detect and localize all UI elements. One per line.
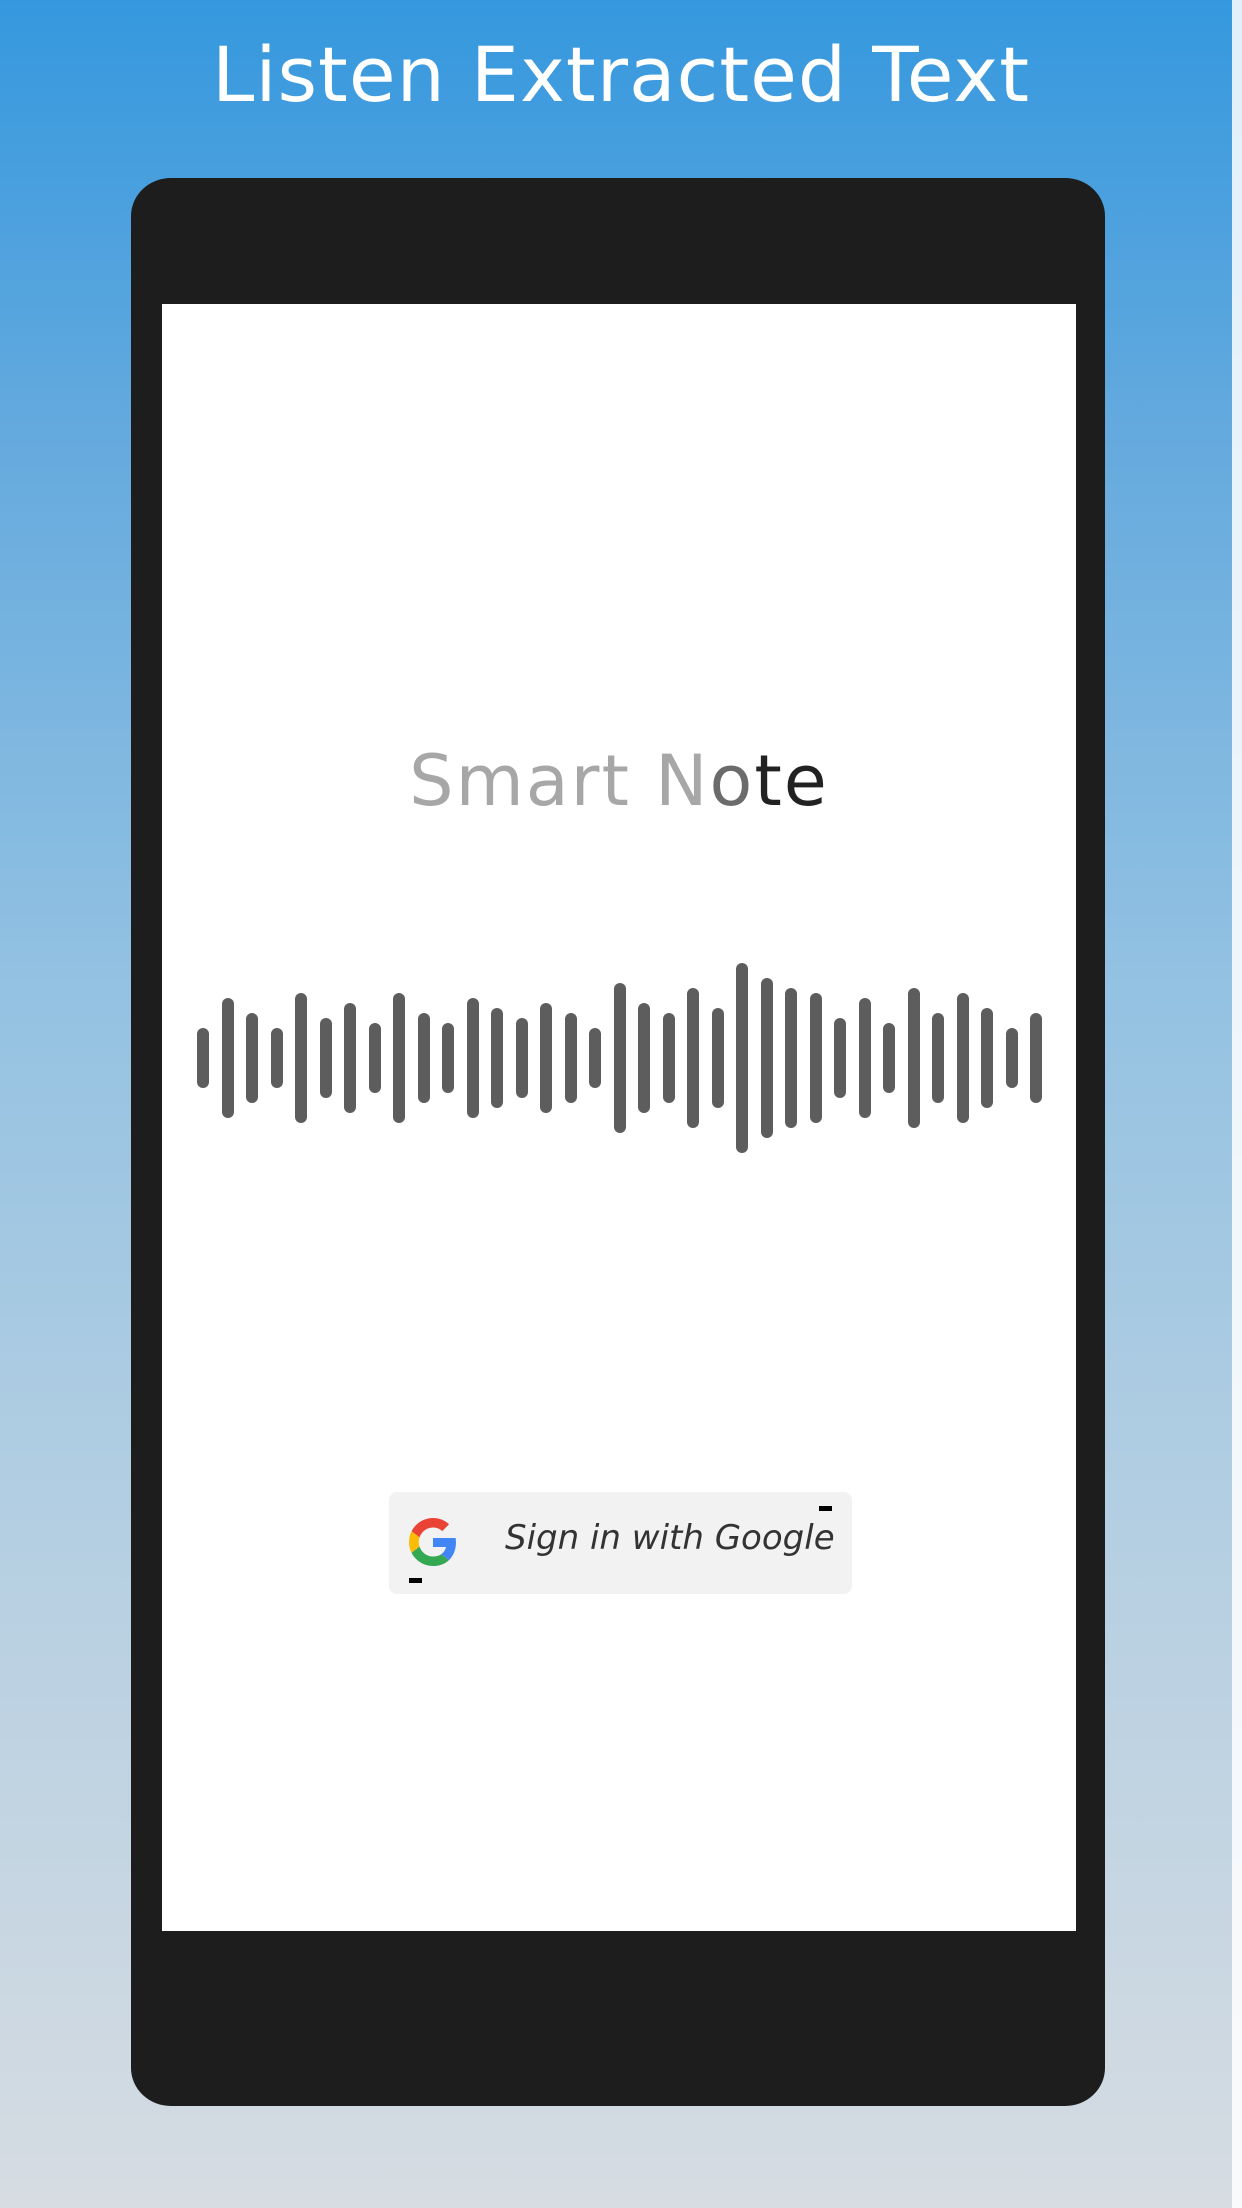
waveform-graphic: [162, 940, 1076, 1230]
waveform-bar: [417, 1013, 430, 1103]
waveform-bar: [295, 993, 307, 1123]
waveform-bar: [197, 1028, 209, 1088]
waveform-bar: [319, 1018, 332, 1098]
waveform-bar: [221, 998, 234, 1118]
waveform-bar: [711, 1008, 724, 1108]
waveform-bar: [1030, 1013, 1042, 1103]
waveform-bar: [638, 1003, 650, 1113]
waveform-bar: [662, 1013, 675, 1103]
waveform-bar: [956, 993, 969, 1123]
waveform-bar: [491, 1008, 503, 1108]
app-title-part1: Smart N: [409, 740, 710, 822]
waveform-bar: [540, 1003, 552, 1113]
waveform-bar: [589, 1028, 601, 1088]
waveform-bar: [760, 978, 773, 1138]
waveform-bar: [368, 1023, 381, 1093]
waveform-bar: [883, 1023, 895, 1093]
waveform-bar: [809, 993, 822, 1123]
google-sign-in-button[interactable]: Sign in with Google: [389, 1492, 852, 1594]
waveform-bar: [515, 1018, 528, 1098]
waveform-bar: [785, 988, 797, 1128]
promo-headline: Listen Extracted Text: [212, 30, 1030, 119]
waveform-bar: [270, 1028, 283, 1088]
google-g-icon: [409, 1518, 456, 1566]
google-sign-in-label: Sign in with Google: [505, 1518, 835, 1558]
waveform-bar: [246, 1013, 258, 1103]
waveform-bar: [564, 1013, 577, 1103]
edge-strip: [1232, 0, 1242, 2208]
waveform-bar: [613, 983, 626, 1133]
waveform-bar: [932, 1013, 944, 1103]
waveform-bar: [907, 988, 920, 1128]
waveform-bar: [344, 1003, 356, 1113]
app-title-part2: o: [709, 740, 755, 822]
app-title: Smart Note: [162, 740, 1076, 822]
marker-top-right: [819, 1506, 832, 1511]
waveform-bar: [858, 998, 871, 1118]
waveform-bar: [442, 1023, 454, 1093]
waveform-bar: [393, 993, 405, 1123]
waveform-bar: [687, 988, 699, 1128]
waveform-bar: [834, 1018, 846, 1098]
marker-bottom-left: [409, 1578, 422, 1583]
waveform-bar: [466, 998, 479, 1118]
waveform-bar: [981, 1008, 993, 1108]
waveform-bar: [1005, 1028, 1018, 1088]
app-title-part3: te: [754, 740, 829, 822]
waveform-bar: [736, 963, 748, 1153]
